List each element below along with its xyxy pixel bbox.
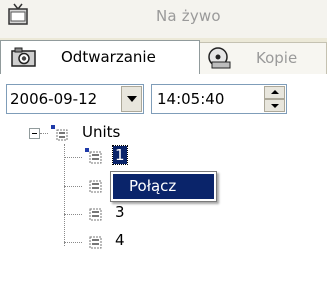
datetime-toolbar: 2006-09-12 14:05:40 [0,74,327,122]
unit-icon [84,232,104,250]
tab-strip: Odtwarzanie Kopie [0,38,327,74]
tree-connector [64,242,82,243]
unit-icon [84,147,104,165]
tree-connector [64,144,65,246]
date-dropdown-button[interactable] [121,86,142,112]
tree-connector [64,186,82,187]
tree-connector [40,133,48,134]
tree-connector [64,214,82,215]
tree-connector [64,157,82,158]
context-menu-connect[interactable]: Połącz [113,174,214,199]
tab-copies-label: Kopie [256,49,298,67]
tree-unit-4[interactable]: 4 [115,231,125,249]
tab-live[interactable]: Na żywo [0,0,327,38]
tree-unit-1[interactable]: 1 [112,145,128,165]
backup-icon [206,46,234,70]
unit-group-icon [50,124,70,142]
units-tree[interactable]: Units 1 2 [0,122,327,286]
tab-copies[interactable]: Kopie [200,42,327,74]
date-picker[interactable]: 2006-09-12 [6,84,144,114]
time-spin-up-button[interactable] [264,86,285,99]
time-value: 14:05:40 [157,90,225,108]
tree-root-label[interactable]: Units [82,123,120,141]
tab-playback-label: Odtwarzanie [61,48,156,66]
unit-icon [84,204,104,222]
tree-collapse-toggle[interactable] [29,128,40,139]
context-menu-connect-label: Połącz [129,177,177,195]
unit-icon [84,176,104,194]
time-spin-down-button[interactable] [264,99,285,112]
camera-icon [11,46,37,68]
context-menu: Połącz [110,171,217,202]
time-spinner [264,86,285,112]
tree-unit-3[interactable]: 3 [115,203,125,221]
live-view-icon [6,3,32,27]
tab-playback[interactable]: Odtwarzanie [0,40,200,74]
playback-panel: Na żywo Odtwarzanie Kopie 2006-09-12 14:… [0,0,327,286]
date-value: 2006-09-12 [10,90,98,108]
tab-live-label: Na żywo [156,7,221,25]
time-field[interactable]: 14:05:40 [151,84,287,114]
